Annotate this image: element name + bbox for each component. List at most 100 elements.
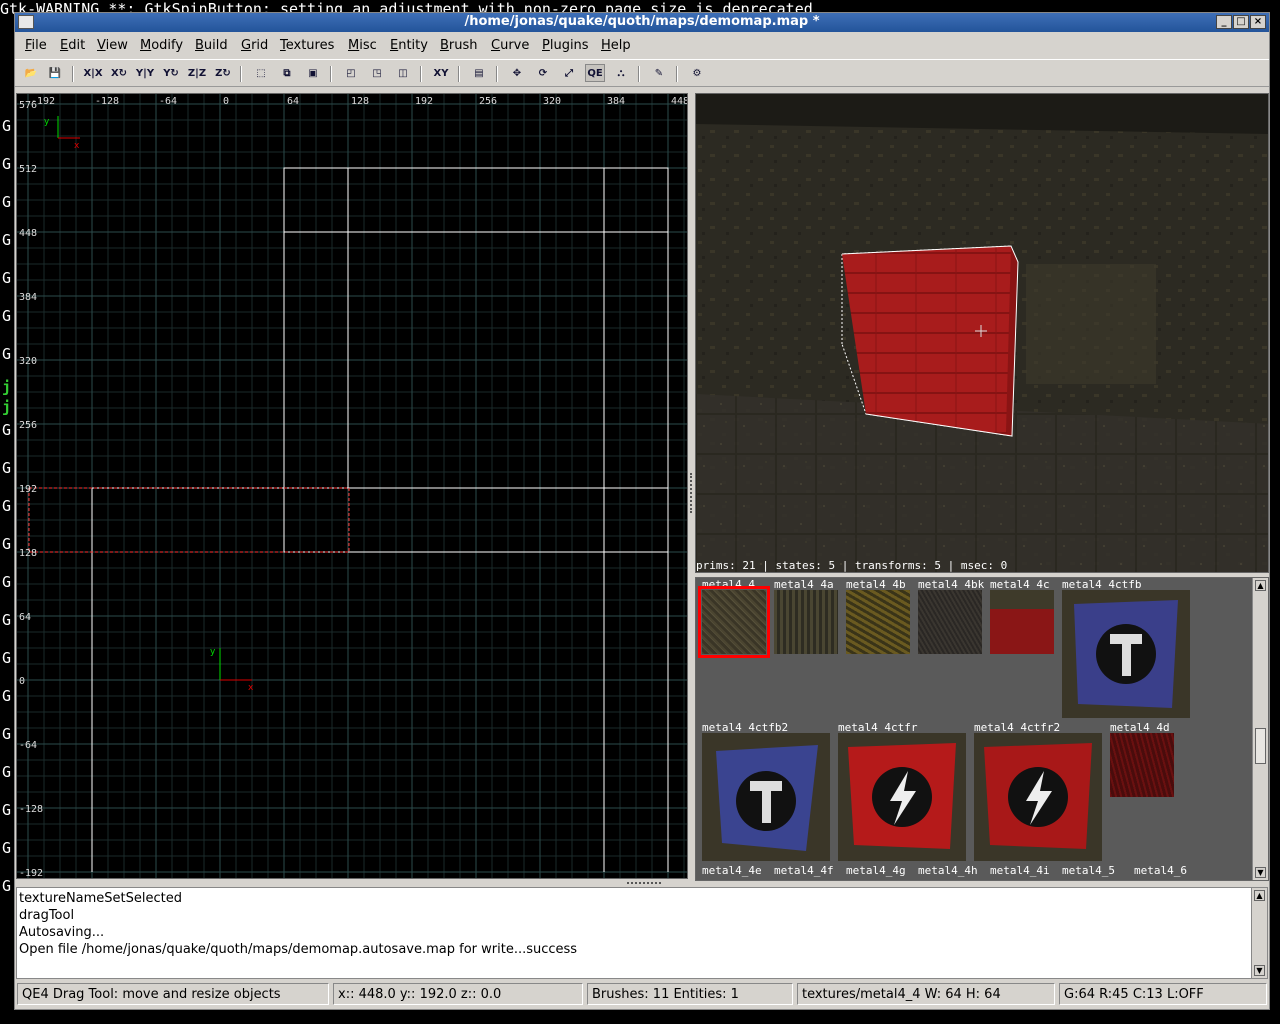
minimize-button[interactable]: _ — [1216, 15, 1232, 29]
y-tick-label: 384 — [19, 292, 37, 303]
y-tick-label: -192 — [19, 868, 43, 879]
console-scroll-up-icon[interactable]: ▲ — [1254, 890, 1265, 901]
axis-indicator-y-label: y — [44, 117, 50, 127]
menu-curve[interactable]: Curve — [491, 38, 529, 53]
maximize-button[interactable]: □ — [1233, 15, 1249, 29]
origin-x-label: x — [248, 683, 254, 693]
qe-drag-icon[interactable]: QE — [585, 64, 605, 82]
menu-build[interactable]: Build — [195, 38, 228, 53]
select-touching-icon[interactable]: ⧉ — [277, 64, 297, 82]
terminal-char: G — [2, 535, 12, 553]
status-tool: QE4 Drag Tool: move and resize objects — [17, 983, 329, 1005]
texture-thumb-metal4_4d[interactable] — [1110, 733, 1174, 797]
open-icon[interactable]: 📂 — [21, 64, 41, 82]
terminal-char: j — [2, 398, 12, 416]
status-texture: textures/metal4_4 W: 64 H: 64 — [797, 983, 1055, 1005]
console-line: Open file /home/jonas/quake/quoth/maps/d… — [19, 942, 578, 957]
y-tick-label: 256 — [19, 420, 37, 431]
rotate-icon[interactable]: ⟳ — [533, 64, 553, 82]
texture-thumb-metal4_4ctfb[interactable] — [1062, 590, 1190, 718]
preferences-icon[interactable]: ⚙ — [687, 64, 707, 82]
menu-brush[interactable]: Brush — [440, 38, 478, 53]
rotate-y-icon[interactable]: Y↻ — [161, 64, 181, 82]
flip-y-icon[interactable]: Y|Y — [135, 64, 155, 82]
menu-misc[interactable]: Misc — [348, 38, 377, 53]
texture-thumb-metal4_4ctfr[interactable] — [838, 733, 966, 861]
texture-thumb-metal4_4ctfr2[interactable] — [974, 733, 1102, 861]
flip-x-icon[interactable]: X|X — [83, 64, 103, 82]
menu-textures[interactable]: Textures — [280, 38, 334, 53]
menu-modify[interactable]: Modify — [140, 38, 183, 53]
selected-brush[interactable] — [842, 246, 1018, 436]
xy-grid-view[interactable]: -192 -128 -64 0 64 128 192 256 320 384 448 576 512 44… — [16, 93, 688, 879]
origin-y-label: y — [210, 647, 216, 657]
radiant-window: /home/jonas/quake/quoth/maps/demomap.map… — [14, 12, 1270, 1010]
texture-thumb-metal4_4bk[interactable] — [918, 590, 982, 654]
csg-merge-icon[interactable]: ◫ — [393, 64, 413, 82]
x-tick-label: 256 — [479, 96, 497, 107]
close-button[interactable]: × — [1250, 15, 1266, 29]
menu-file[interactable]: File — [25, 38, 47, 53]
texture-lock-icon[interactable]: ▤ — [469, 64, 489, 82]
x-tick-label: -64 — [159, 96, 177, 107]
clipper-icon[interactable]: ⛬ — [611, 64, 631, 82]
scale-icon[interactable]: ⤢ — [559, 64, 579, 82]
console-log[interactable]: textureNameSetSelected dragTool Autosaving… — [16, 887, 1268, 979]
texture-scrollbar[interactable]: ▲ ▼ — [1252, 578, 1268, 880]
select-inside-icon[interactable]: ▣ — [303, 64, 323, 82]
menu-help[interactable]: Help — [601, 38, 631, 53]
console-scrollbar[interactable]: ▲ ▼ — [1251, 888, 1267, 978]
camera-canvas[interactable] — [696, 94, 1269, 573]
x-tick-label: 448 — [671, 96, 688, 107]
texture-thumb-metal4_4b[interactable] — [846, 590, 910, 654]
rotate-z-icon[interactable]: Z↻ — [213, 64, 233, 82]
menu-edit[interactable]: Edit — [60, 38, 85, 53]
title-bar[interactable]: /home/jonas/quake/quoth/maps/demomap.map… — [15, 13, 1269, 32]
texture-label: metal4_4g — [846, 864, 906, 877]
vertical-splitter[interactable] — [690, 473, 694, 513]
console-scroll-down-icon[interactable]: ▼ — [1254, 965, 1265, 976]
terminal-char: G — [2, 611, 12, 629]
camera-view[interactable] — [695, 93, 1269, 573]
menu-entity[interactable]: Entity — [390, 38, 428, 53]
status-bar: QE4 Drag Tool: move and resize objects x… — [15, 981, 1269, 1007]
texture-label: metal4_4f — [774, 864, 834, 877]
terminal-char: G — [2, 117, 12, 135]
status-counts: Brushes: 11 Entities: 1 — [587, 983, 793, 1005]
terminal-char: G — [2, 801, 12, 819]
texture-label: metal4_5 — [1062, 864, 1115, 877]
toolbar-separator — [420, 66, 422, 82]
change-view-icon[interactable]: XY — [431, 64, 451, 82]
terminal-char: G — [2, 573, 12, 591]
rotate-x-icon[interactable]: X↻ — [109, 64, 129, 82]
texture-label: metal4_4i — [990, 864, 1050, 877]
scroll-down-icon[interactable]: ▼ — [1255, 867, 1266, 878]
csg-hollow-icon[interactable]: ◰ — [341, 64, 361, 82]
flip-z-icon[interactable]: Z|Z — [187, 64, 207, 82]
scroll-up-icon[interactable]: ▲ — [1255, 580, 1266, 591]
toolbar-separator — [240, 66, 242, 82]
texture-label: metal4_6 — [1134, 864, 1187, 877]
texture-label: metal4_4h — [918, 864, 978, 877]
menu-plugins[interactable]: Plugins — [542, 38, 589, 53]
horizontal-splitter[interactable] — [627, 882, 661, 885]
grid-canvas[interactable]: -192 -128 -64 0 64 128 192 256 320 384 448 576 512 44… — [17, 94, 688, 879]
texture-scroll-thumb[interactable] — [1255, 728, 1266, 764]
csg-subtract-icon[interactable]: ◳ — [367, 64, 387, 82]
select-complete-icon[interactable]: ⬚ — [251, 64, 271, 82]
status-grid: G:64 R:45 C:13 L:OFF — [1059, 983, 1267, 1005]
terminal-char: G — [2, 345, 12, 363]
texture-thumb-metal4_4a[interactable] — [774, 590, 838, 654]
menu-view[interactable]: View — [97, 38, 128, 53]
translate-icon[interactable]: ✥ — [507, 64, 527, 82]
terminal-char: G — [2, 155, 12, 173]
save-icon[interactable]: 💾 — [45, 64, 65, 82]
menu-bar: File Edit View Modify Build Grid Textures Misc E… — [15, 35, 1269, 57]
texture-thumb-metal4_4ctfb2[interactable] — [702, 733, 830, 861]
y-tick-label: -64 — [19, 740, 37, 751]
texture-browser[interactable]: metal4_4 metal4_4a metal4_4b metal4_4bk meta… — [695, 577, 1269, 881]
texture-thumb-metal4_4c[interactable] — [990, 590, 1054, 654]
patch-icon[interactable]: ✎ — [649, 64, 669, 82]
menu-grid[interactable]: Grid — [241, 38, 268, 53]
y-tick-label: 64 — [19, 612, 31, 623]
